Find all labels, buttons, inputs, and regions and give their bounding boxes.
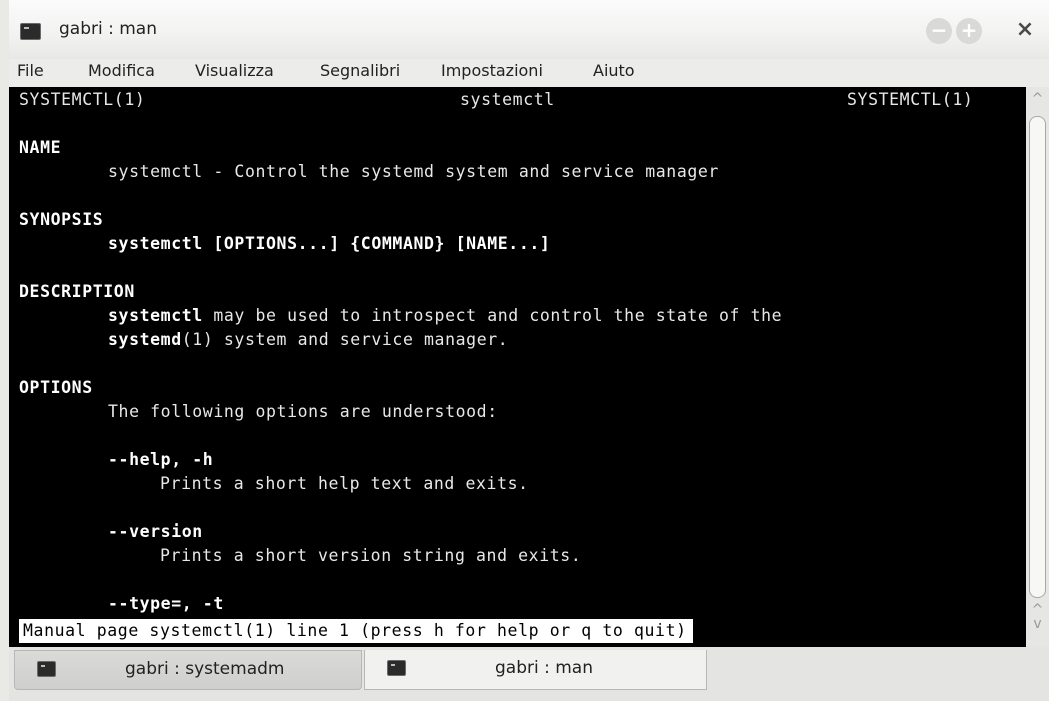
option-help-desc: Prints a short help text and exits. bbox=[160, 474, 529, 493]
title-bar[interactable]: gabri : man − + × bbox=[9, 0, 1049, 59]
menu-file[interactable]: File bbox=[17, 61, 44, 80]
description-text-2: (1) system and service manager. bbox=[181, 330, 509, 349]
man-header-center: systemctl bbox=[460, 90, 555, 109]
section-description-heading: DESCRIPTION bbox=[19, 282, 135, 301]
tab-systemadm-label: gabri : systemadm bbox=[125, 659, 285, 679]
close-icon[interactable]: × bbox=[1012, 18, 1038, 44]
section-name-heading: NAME bbox=[19, 138, 62, 157]
scroll-down-arrow-icon[interactable]: v bbox=[1026, 617, 1049, 631]
section-synopsis-heading: SYNOPSIS bbox=[19, 210, 104, 229]
menu-visualizza[interactable]: Visualizza bbox=[195, 61, 274, 80]
tab-systemadm[interactable]: gabri : systemadm bbox=[14, 650, 362, 690]
description-systemd: systemd bbox=[108, 330, 182, 349]
scroll-up-arrow-icon[interactable]: ^ bbox=[1026, 603, 1049, 617]
konsole-window: gabri : man − + × File Modifica Visualiz… bbox=[9, 0, 1049, 701]
desktop-edge bbox=[0, 0, 9, 701]
terminal-app-icon[interactable] bbox=[20, 23, 41, 40]
menu-segnalibri[interactable]: Segnalibri bbox=[320, 61, 400, 80]
menu-bar: File Modifica Visualizza Segnalibri Impo… bbox=[9, 59, 1049, 87]
maximize-icon[interactable]: + bbox=[956, 18, 982, 44]
terminal-icon bbox=[37, 661, 56, 677]
description-text-1: may be used to introspect and control th… bbox=[202, 306, 783, 325]
synopsis-text: systemctl [OPTIONS...] {COMMAND} [NAME..… bbox=[108, 234, 551, 253]
description-line-1: systemctl may be used to introspect and … bbox=[108, 306, 782, 325]
tab-bar: gabri : systemadm gabri : man bbox=[9, 647, 1049, 701]
option-version-desc: Prints a short version string and exits. bbox=[160, 546, 582, 565]
options-intro: The following options are understood: bbox=[108, 402, 498, 421]
scroll-down-icon[interactable]: ^ v bbox=[1026, 603, 1049, 643]
scroll-up-icon[interactable]: ^ bbox=[1026, 91, 1049, 111]
tab-man[interactable]: gabri : man bbox=[364, 650, 707, 690]
menu-aiuto[interactable]: Aiuto bbox=[593, 61, 635, 80]
man-header-right: SYSTEMCTL(1) bbox=[847, 90, 974, 109]
tab-man-label: gabri : man bbox=[495, 658, 593, 678]
option-help-name: --help, -h bbox=[108, 450, 214, 469]
name-text: systemctl - Control the systemd system a… bbox=[108, 162, 719, 181]
option-version-name: --version bbox=[108, 522, 203, 541]
description-line-2: systemd(1) system and service manager. bbox=[108, 330, 508, 349]
scroll-thumb[interactable] bbox=[1029, 116, 1046, 598]
window-title: gabri : man bbox=[59, 19, 157, 39]
section-options-heading: OPTIONS bbox=[19, 378, 93, 397]
vertical-scrollbar[interactable]: ^ ^ v bbox=[1026, 87, 1049, 647]
pager-status-line: Manual page systemctl(1) line 1 (press h… bbox=[19, 619, 693, 643]
man-header-left: SYSTEMCTL(1) bbox=[19, 90, 146, 109]
description-command: systemctl bbox=[108, 306, 203, 325]
option-type-name: --type=, -t bbox=[108, 594, 224, 613]
menu-impostazioni[interactable]: Impostazioni bbox=[441, 61, 543, 80]
terminal-view[interactable]: SYSTEMCTL(1) systemctl SYSTEMCTL(1) NAME… bbox=[9, 87, 1026, 647]
menu-modifica[interactable]: Modifica bbox=[88, 61, 155, 80]
terminal-icon bbox=[387, 660, 406, 676]
minimize-icon[interactable]: − bbox=[926, 18, 952, 44]
